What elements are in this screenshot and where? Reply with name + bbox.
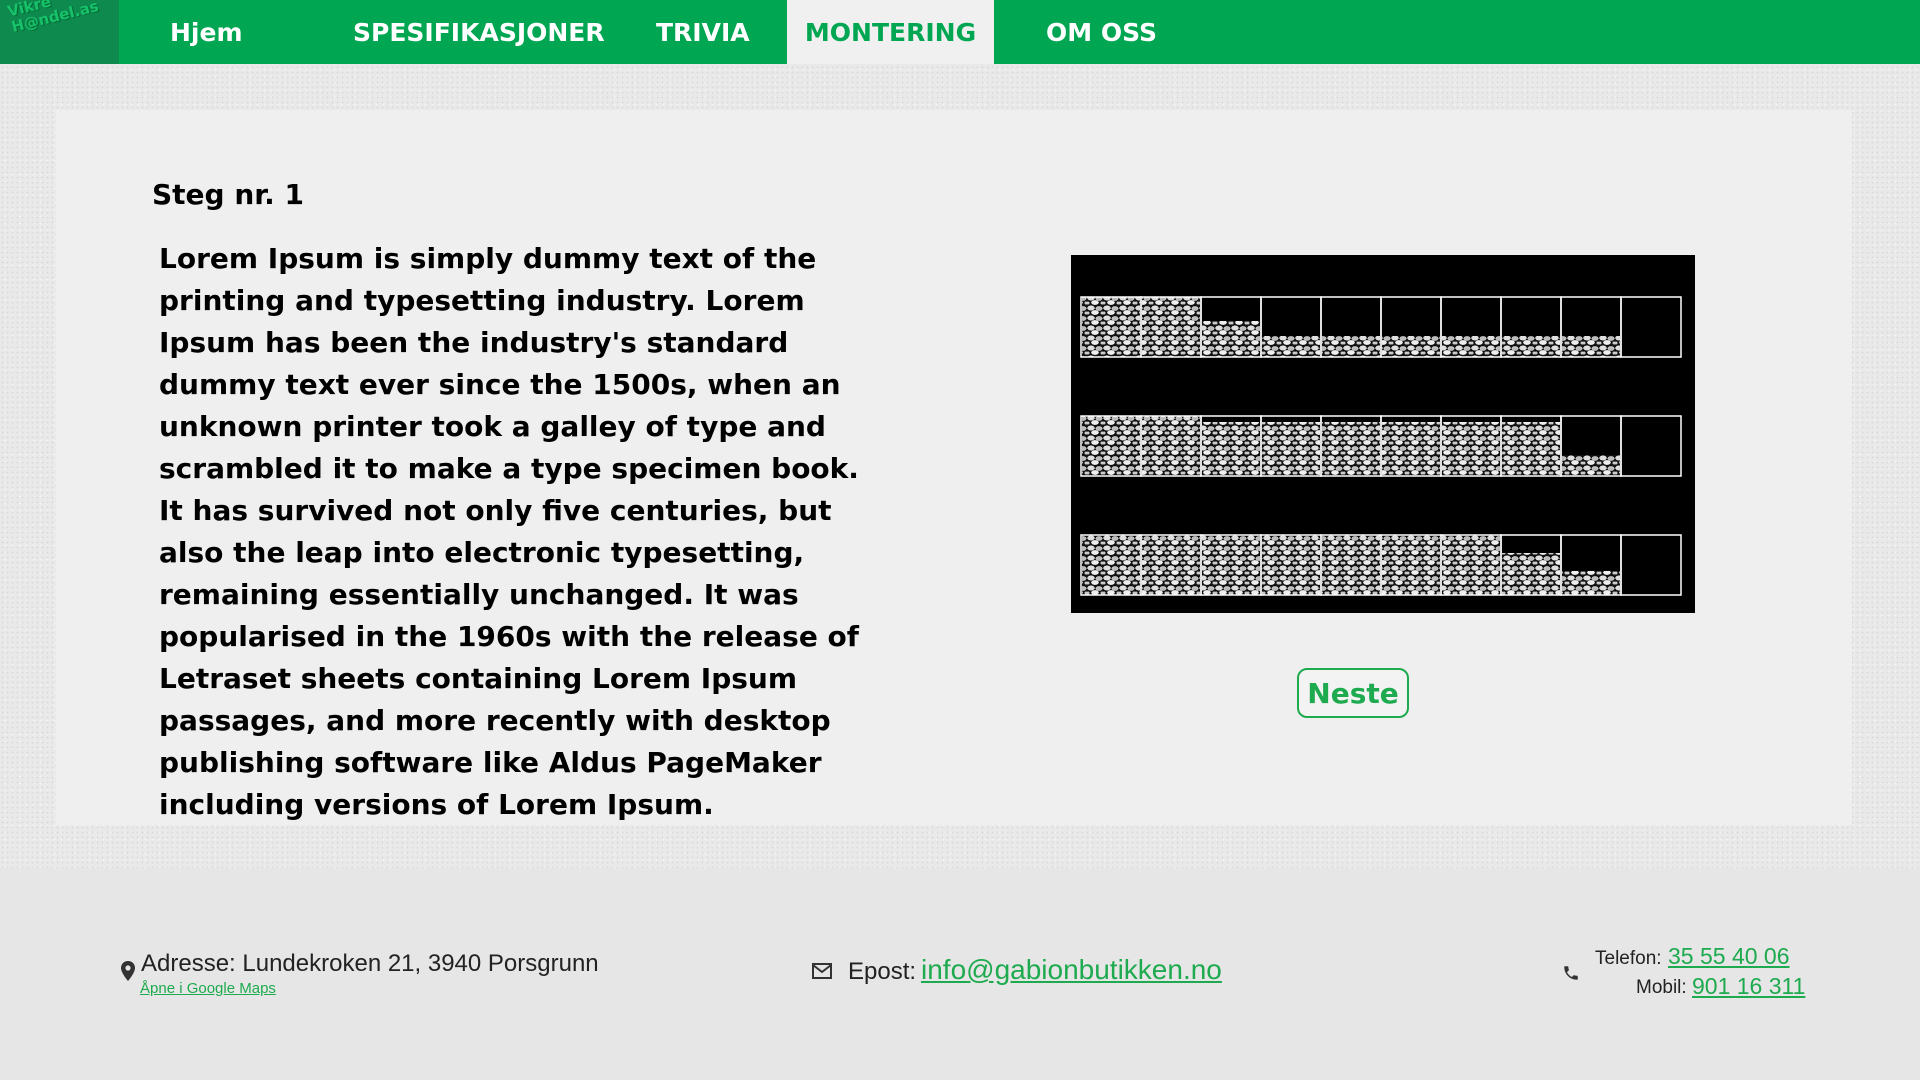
logo-text: Vikre H@ndel.as [5, 0, 101, 37]
gabion-assembly-illustration [1071, 255, 1695, 613]
stone-fill [1322, 336, 1380, 357]
stone-fill [1562, 571, 1620, 595]
stone-fill [1562, 455, 1620, 476]
stone-fill [1382, 336, 1440, 357]
gabion-row [1080, 296, 1682, 358]
email-label: Epost: [848, 958, 917, 985]
step-description: Lorem Ipsum is simply dummy text of the … [159, 242, 859, 821]
stone-fill [1202, 422, 1260, 476]
gabion-diagram [1080, 296, 1682, 596]
stone-fill [1502, 336, 1560, 357]
gabion-row [1080, 415, 1682, 477]
phone-icon [1564, 966, 1578, 980]
stone-fill [1262, 336, 1320, 357]
nav-item-montering[interactable]: MONTERING [787, 0, 994, 64]
address-value: Lundekroken 21, 3940 Porsgrunn [242, 950, 599, 977]
stone-fill [1262, 535, 1320, 595]
next-button[interactable]: Neste [1297, 668, 1409, 718]
nav-item-om-oss[interactable]: OM OSS [1046, 0, 1157, 64]
phone-label: Telefon: [1595, 948, 1662, 969]
stone-fill [1082, 297, 1140, 357]
stone-fill [1562, 336, 1620, 357]
stone-fill [1322, 422, 1380, 476]
stone-fill [1142, 416, 1200, 476]
nav-item-spesifikasjoner[interactable]: SPESIFIKASJONER [353, 0, 605, 64]
basket-frame [1620, 296, 1682, 358]
stone-fill [1442, 336, 1500, 357]
stone-fill [1142, 297, 1200, 357]
stone-fill [1322, 535, 1380, 595]
stone-fill [1442, 535, 1500, 595]
stone-fill [1382, 422, 1440, 476]
nav-item-trivia[interactable]: TRIVIA [656, 0, 750, 64]
address-label: Adresse: [141, 950, 236, 977]
site-logo[interactable]: Vikre H@ndel.as [0, 0, 119, 64]
stone-fill [1082, 535, 1140, 595]
stone-fill [1202, 535, 1260, 595]
stone-fill [1382, 535, 1440, 595]
stone-fill [1262, 422, 1320, 476]
mobile-label: Mobil: [1636, 977, 1687, 998]
stone-fill [1502, 422, 1560, 476]
step-title: Steg nr. 1 [152, 178, 304, 211]
nav-item-hjem[interactable]: Hjem [170, 0, 243, 64]
address-line: Adresse: Lundekroken 21, 3940 Porsgrunn [141, 950, 599, 978]
stone-fill [1502, 553, 1560, 595]
phone-link[interactable]: 35 55 40 06 [1668, 943, 1790, 970]
stone-fill [1082, 416, 1140, 476]
top-navbar: Vikre H@ndel.as Hjem SPESIFIKASJONER TRI… [0, 0, 1920, 64]
location-pin-icon [121, 961, 135, 981]
email-link[interactable]: info@gabionbutikken.no [921, 954, 1222, 986]
mobile-link[interactable]: 901 16 311 [1692, 973, 1805, 1000]
gabion-row [1080, 534, 1682, 596]
mail-icon [812, 963, 832, 979]
basket-frame [1620, 415, 1682, 477]
stone-fill [1442, 422, 1500, 476]
stone-fill [1142, 535, 1200, 595]
basket-frame [1620, 534, 1682, 596]
stone-fill [1202, 321, 1260, 357]
google-maps-link[interactable]: Åpne i Google Maps [140, 980, 276, 997]
